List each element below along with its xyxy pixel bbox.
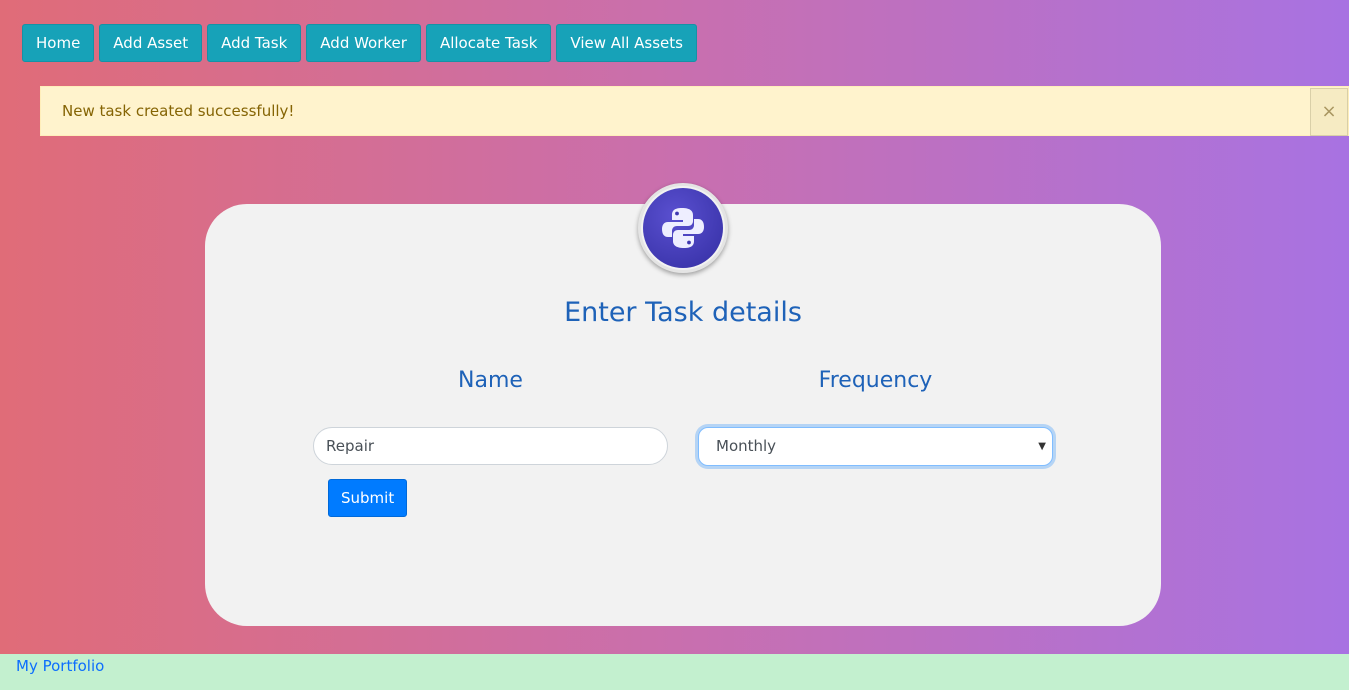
form-title: Enter Task details: [564, 297, 802, 328]
nav-add-task-button[interactable]: Add Task: [207, 24, 302, 62]
task-form-card: Enter Task details Name Frequency Monthl…: [205, 183, 1161, 626]
nav-allocate-task-button[interactable]: Allocate Task: [425, 24, 552, 62]
chevron-down-icon: ▼: [1038, 441, 1046, 452]
name-label: Name: [458, 368, 523, 393]
logo-badge: [638, 183, 728, 273]
nav-add-worker-button[interactable]: Add Worker: [306, 24, 421, 62]
success-alert: New task created successfully! ×: [40, 86, 1349, 136]
top-nav: Home Add Asset Add Task Add Worker Alloc…: [22, 24, 697, 62]
nav-add-asset-button[interactable]: Add Asset: [99, 24, 203, 62]
submit-button[interactable]: Submit: [328, 479, 408, 517]
nav-home-button[interactable]: Home: [22, 24, 95, 62]
frequency-selected-value: Monthly: [716, 437, 777, 455]
nav-view-all-assets-button[interactable]: View All Assets: [556, 24, 697, 62]
alert-close-button[interactable]: ×: [1310, 88, 1348, 136]
close-icon: ×: [1321, 101, 1337, 122]
frequency-label: Frequency: [818, 368, 933, 393]
footer: My Portfolio: [0, 654, 1349, 690]
name-input[interactable]: [313, 427, 668, 465]
alert-message: New task created successfully!: [62, 102, 295, 120]
portfolio-link[interactable]: My Portfolio: [16, 657, 104, 675]
python-logo-icon: [643, 188, 723, 268]
frequency-select[interactable]: Monthly ▼: [698, 427, 1053, 466]
